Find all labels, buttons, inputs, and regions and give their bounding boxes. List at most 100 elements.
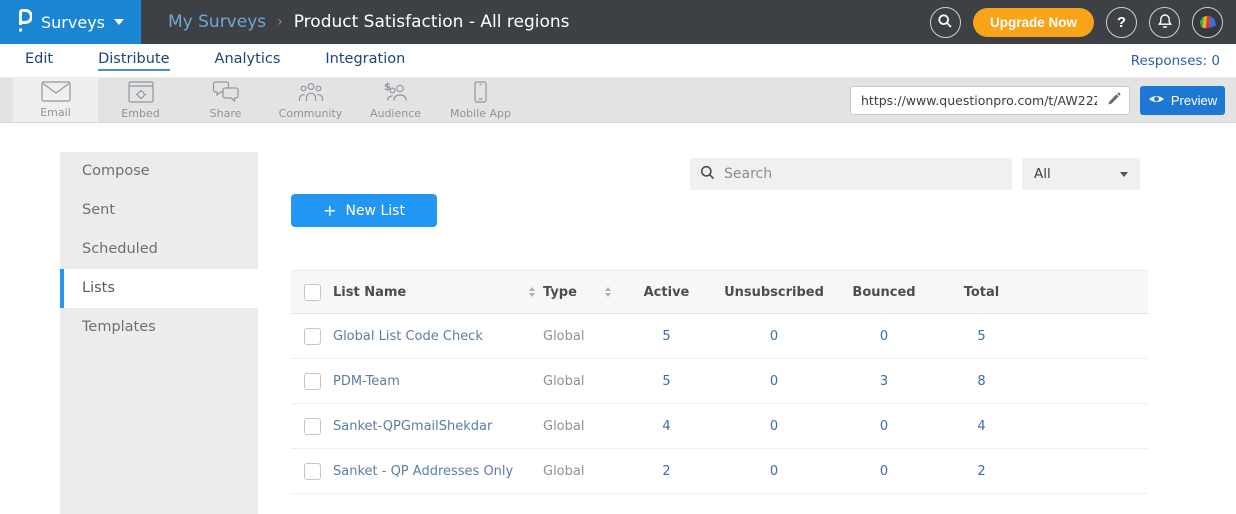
header-type[interactable]: Type (543, 271, 619, 314)
list-type: Global (543, 404, 619, 449)
toolbar-item-mobile-app[interactable]: Mobile App (438, 78, 523, 122)
list-name-link[interactable]: PDM-Team (333, 374, 400, 389)
topbar-actions: Upgrade Now ? (930, 7, 1236, 38)
bell-icon (1157, 13, 1173, 32)
chevron-down-icon (1120, 172, 1128, 177)
toolbar-item-label: Community (279, 107, 343, 120)
global-search-button[interactable] (930, 7, 961, 38)
bounced-count[interactable]: 0 (880, 329, 888, 344)
product-label: Surveys (41, 13, 105, 32)
row-checkbox[interactable] (304, 463, 321, 480)
toolbar-item-label: Email (40, 106, 71, 119)
total-count[interactable]: 8 (977, 374, 985, 389)
survey-url-input[interactable] (851, 93, 1099, 108)
total-count[interactable]: 5 (977, 329, 985, 344)
list-search-box (690, 158, 1012, 190)
toolbar-item-embed[interactable]: Embed (98, 78, 183, 122)
bounced-count[interactable]: 0 (880, 419, 888, 434)
table-row[interactable]: Sanket-QPGmailShekdar Global 4 0 0 4 (291, 404, 1148, 449)
sort-icon[interactable] (605, 287, 611, 297)
sidebar-item-templates[interactable]: Templates (60, 308, 258, 347)
survey-nav-tabs: Edit Distribute Analytics Integration Re… (0, 44, 1236, 78)
survey-title: Product Satisfaction - All regions (294, 12, 570, 32)
total-count[interactable]: 2 (977, 464, 985, 479)
row-checkbox[interactable] (304, 418, 321, 435)
breadcrumb: My Surveys › Product Satisfaction - All … (168, 12, 570, 32)
header-total: Total (934, 271, 1029, 314)
breadcrumb-my-surveys[interactable]: My Surveys (168, 12, 266, 32)
list-name-link[interactable]: Sanket-QPGmailShekdar (333, 419, 492, 434)
bounced-count[interactable]: 3 (880, 374, 888, 389)
list-name-link[interactable]: Sanket - QP Addresses Only (333, 464, 513, 479)
preview-button[interactable]: Preview (1140, 86, 1225, 115)
notifications-button[interactable] (1149, 7, 1180, 38)
email-sidebar: Compose Sent Scheduled Lists Templates (60, 152, 258, 514)
help-button[interactable]: ? (1106, 7, 1137, 38)
email-icon (41, 81, 71, 105)
sidebar-item-sent[interactable]: Sent (60, 191, 258, 230)
search-icon (700, 165, 715, 184)
toolbar-item-share[interactable]: Share (183, 78, 268, 122)
table-row[interactable]: Sanket - QP Addresses Only Global 2 0 0 … (291, 449, 1148, 494)
select-all-checkbox[interactable] (304, 284, 321, 301)
list-filter-dropdown[interactable]: All (1022, 158, 1140, 190)
product-switcher[interactable]: Surveys (0, 0, 141, 44)
sort-icon[interactable] (529, 287, 535, 297)
upgrade-now-button[interactable]: Upgrade Now (973, 8, 1094, 37)
toolbar-item-email[interactable]: Email (13, 78, 98, 122)
mobile-app-icon (474, 81, 487, 106)
sidebar-item-scheduled[interactable]: Scheduled (60, 230, 258, 269)
unsubscribed-count[interactable]: 0 (770, 464, 778, 479)
tab-edit[interactable]: Edit (25, 51, 53, 71)
share-icon (212, 81, 240, 106)
account-avatar[interactable] (1192, 7, 1223, 38)
row-checkbox[interactable] (304, 373, 321, 390)
list-type: Global (543, 449, 619, 494)
active-count[interactable]: 2 (662, 464, 670, 479)
unsubscribed-count[interactable]: 0 (770, 374, 778, 389)
toolbar-item-label: Mobile App (450, 107, 511, 120)
active-count[interactable]: 5 (662, 329, 670, 344)
header-unsubscribed: Unsubscribed (714, 271, 834, 314)
header-active: Active (619, 271, 714, 314)
edit-url-button[interactable] (1099, 87, 1129, 114)
breadcrumb-separator: › (277, 14, 283, 30)
table-row[interactable]: PDM-Team Global 5 0 3 8 (291, 359, 1148, 404)
toolbar-item-community[interactable]: Community (268, 78, 353, 122)
header-bounced: Bounced (834, 271, 934, 314)
list-type: Global (543, 314, 619, 359)
sidebar-item-lists[interactable]: Lists (60, 269, 258, 308)
audience-icon: $ (383, 81, 409, 106)
active-count[interactable]: 4 (662, 419, 670, 434)
content-area: Compose Sent Scheduled Lists Templates A… (0, 123, 1236, 514)
pencil-icon (1107, 92, 1121, 109)
plus-icon: + (323, 201, 336, 220)
filter-value: All (1034, 166, 1051, 182)
lists-table: List Name Type Active Unsubscribed Bounc… (291, 270, 1148, 494)
chevron-down-icon (114, 19, 124, 25)
toolbar-item-audience[interactable]: $ Audience (353, 78, 438, 122)
list-type: Global (543, 359, 619, 404)
responses-count[interactable]: Responses: 0 (1131, 53, 1236, 69)
tab-distribute[interactable]: Distribute (98, 51, 169, 71)
tab-integration[interactable]: Integration (325, 51, 405, 71)
list-name-link[interactable]: Global List Code Check (333, 329, 483, 344)
sidebar-item-compose[interactable]: Compose (60, 152, 258, 191)
topbar: Surveys My Surveys › Product Satisfactio… (0, 0, 1236, 44)
search-icon (937, 13, 953, 32)
survey-url-field (850, 86, 1130, 115)
total-count[interactable]: 4 (977, 419, 985, 434)
distribute-toolbar: Email Embed Share Community (0, 78, 1236, 123)
unsubscribed-count[interactable]: 0 (770, 329, 778, 344)
new-list-button[interactable]: + New List (291, 194, 437, 227)
avatar-logo-icon (1199, 14, 1216, 29)
tab-analytics[interactable]: Analytics (215, 51, 281, 71)
list-search-input[interactable] (724, 166, 1002, 182)
bounced-count[interactable]: 0 (880, 464, 888, 479)
header-list-name[interactable]: List Name (333, 271, 543, 314)
table-row[interactable]: Global List Code Check Global 5 0 0 5 (291, 314, 1148, 359)
unsubscribed-count[interactable]: 0 (770, 419, 778, 434)
table-header-row: List Name Type Active Unsubscribed Bounc… (291, 271, 1148, 314)
row-checkbox[interactable] (304, 328, 321, 345)
active-count[interactable]: 5 (662, 374, 670, 389)
